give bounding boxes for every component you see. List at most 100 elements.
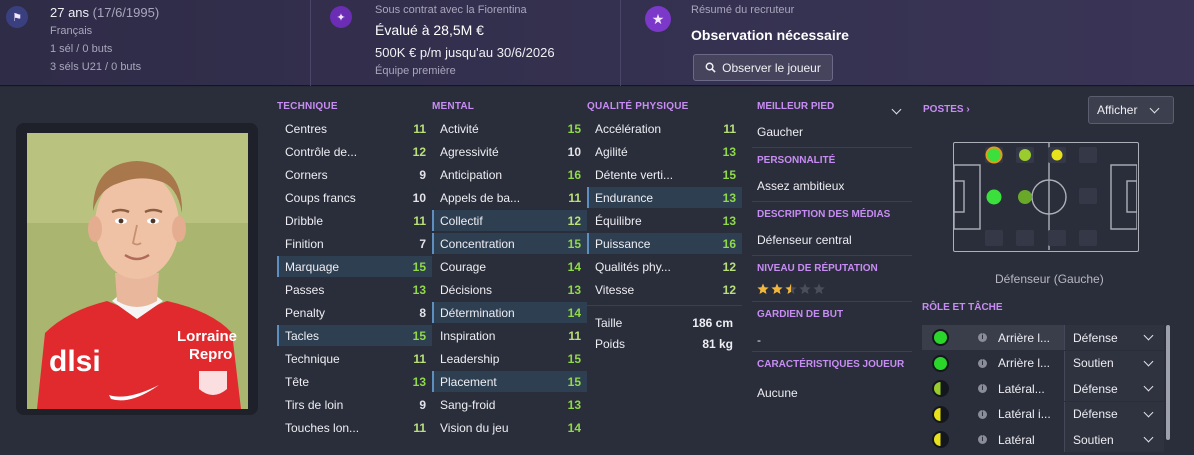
info-icon[interactable]: i <box>978 384 987 393</box>
roles-scrollbar[interactable] <box>1166 325 1170 440</box>
mental-attr-value: 13 <box>567 282 581 297</box>
technique-attr-row[interactable]: Touches lon... 11 <box>277 417 432 438</box>
physical-attr-name: Détente verti... <box>595 167 674 182</box>
mental-attr-row[interactable]: Collectif 12 <box>432 210 587 231</box>
mental-attr-row[interactable]: Décisions 13 <box>432 279 587 300</box>
nationality: Français <box>50 25 93 37</box>
height-row: Taille 186 cm <box>587 312 742 333</box>
mental-attr-name: Agressivité <box>440 144 499 159</box>
mental-attr-value: 13 <box>567 397 581 412</box>
duty-dropdown[interactable]: Soutien <box>1064 350 1164 376</box>
technique-attr-row[interactable]: Tête 13 <box>277 371 432 392</box>
role-duty-title: RÔLE ET TÂCHE <box>922 302 1003 313</box>
physical-attr-row[interactable]: Détente verti... 15 <box>587 164 742 185</box>
mental-attr-name: Sang-froid <box>440 397 496 412</box>
physical-attr-value: 13 <box>722 190 736 205</box>
star-icon <box>785 283 797 294</box>
scout-status: Observation nécessaire <box>691 27 849 43</box>
technique-attr-value: 11 <box>413 420 426 435</box>
role-row[interactable]: i Latéral i... Défense <box>922 401 1164 427</box>
duty-label: Défense <box>1073 381 1118 396</box>
physical-attr-row[interactable]: Agilité 13 <box>587 141 742 162</box>
info-icon[interactable]: i <box>978 435 987 444</box>
physical-attr-name: Vitesse <box>595 282 635 297</box>
technique-attr-row[interactable]: Coups francs 10 <box>277 187 432 208</box>
height-label: Taille <box>595 315 623 330</box>
technique-attr-row[interactable]: Corners 9 <box>277 164 432 185</box>
mental-attr-name: Décisions <box>440 282 493 297</box>
technique-attr-name: Technique <box>285 351 340 366</box>
mental-attr-row[interactable]: Placement 15 <box>432 371 587 392</box>
observe-player-button[interactable]: Observer le joueur <box>693 54 833 81</box>
physical-attr-row[interactable]: Équilibre 13 <box>587 210 742 231</box>
technique-attr-name: Passes <box>285 282 325 297</box>
info-icon[interactable]: i <box>978 358 987 368</box>
half-green-circle-icon <box>932 380 949 397</box>
mental-attr-value: 16 <box>567 167 581 182</box>
technique-attr-name: Penalty <box>285 305 326 320</box>
mental-attr-name: Concentration <box>440 236 515 251</box>
role-row[interactable]: i Latéral Soutien <box>922 427 1164 452</box>
mental-attr-name: Placement <box>440 374 497 389</box>
physical-attr-row[interactable]: Qualités phy... 12 <box>587 256 742 277</box>
duty-dropdown[interactable]: Défense <box>1064 401 1164 427</box>
technique-attr-row[interactable]: Dribble 11 <box>277 210 432 231</box>
technique-attr-row[interactable]: Contrôle de... 12 <box>277 141 432 162</box>
mental-attr-row[interactable]: Appels de ba... 11 <box>432 187 587 208</box>
physical-attr-row[interactable]: Vitesse 12 <box>587 279 742 300</box>
chevron-down-icon <box>1150 103 1160 113</box>
mental-attr-row[interactable]: Activité 15 <box>432 118 587 139</box>
info-icon[interactable]: i <box>978 333 987 342</box>
technique-attr-row[interactable]: Marquage 15 <box>277 256 432 277</box>
technique-attr-name: Marquage <box>285 259 340 274</box>
technique-attr-name: Tirs de loin <box>285 397 344 412</box>
mental-attr-value: 11 <box>568 328 581 343</box>
duty-dropdown[interactable]: Défense <box>1064 325 1164 350</box>
role-row[interactable]: i Arrière l... Défense <box>922 325 1164 350</box>
technique-attr-name: Corners <box>285 167 328 182</box>
mental-attr-row[interactable]: Courage 14 <box>432 256 587 277</box>
physical-attr-name: Agilité <box>595 144 628 159</box>
mental-attr-row[interactable]: Inspiration 11 <box>432 325 587 346</box>
duty-label: Soutien <box>1073 432 1114 447</box>
scout-summary-label: Résumé du recruteur <box>691 4 795 16</box>
technique-attr-value: 9 <box>419 397 426 412</box>
mental-attr-row[interactable]: Leadership 15 <box>432 348 587 369</box>
role-row[interactable]: i Latéral... Défense <box>922 376 1164 401</box>
physical-title: QUALITÉ PHYSIQUE <box>587 101 689 112</box>
technique-attr-row[interactable]: Tirs de loin 9 <box>277 394 432 415</box>
mental-attr-row[interactable]: Sang-froid 13 <box>432 394 587 415</box>
mental-attr-value: 12 <box>567 213 581 228</box>
duty-dropdown[interactable]: Défense <box>1064 376 1164 401</box>
physical-attr-row[interactable]: Puissance 16 <box>587 233 742 254</box>
show-dropdown-button[interactable]: Afficher <box>1088 96 1174 124</box>
role-name: Latéral <box>998 432 1035 447</box>
mental-attr-row[interactable]: Anticipation 16 <box>432 164 587 185</box>
info-icon[interactable]: i <box>978 409 987 419</box>
technique-attr-row[interactable]: Passes 13 <box>277 279 432 300</box>
physical-attr-row[interactable]: Accélération 11 <box>587 118 742 139</box>
best-foot-value: Gaucher <box>757 125 804 139</box>
technique-attr-row[interactable]: Finition 7 <box>277 233 432 254</box>
technique-attr-row[interactable]: Centres 11 <box>277 118 432 139</box>
positions-title[interactable]: POSTES › <box>923 104 970 115</box>
mental-attr-row[interactable]: Agressivité 10 <box>432 141 587 162</box>
technique-attr-row[interactable]: Penalty 8 <box>277 302 432 323</box>
physical-attr-value: 11 <box>723 121 736 136</box>
nation-flag-icon: ⚑ <box>6 6 28 28</box>
mental-attr-row[interactable]: Concentration 15 <box>432 233 587 254</box>
technique-attr-value: 12 <box>412 144 426 159</box>
half-yellow-circle-icon <box>932 405 949 423</box>
role-name: Latéral i... <box>998 407 1051 421</box>
physical-attr-name: Endurance <box>595 190 654 205</box>
physical-attr-row[interactable]: Endurance 13 <box>587 187 742 208</box>
duty-dropdown[interactable]: Soutien <box>1064 427 1164 452</box>
duty-label: Défense <box>1073 407 1118 421</box>
svg-text:Lorraine: Lorraine <box>177 328 237 345</box>
technique-attr-row[interactable]: Technique 11 <box>277 348 432 369</box>
mental-attr-row[interactable]: Vision du jeu 14 <box>432 417 587 438</box>
mental-attr-name: Appels de ba... <box>440 190 521 205</box>
mental-attr-row[interactable]: Détermination 14 <box>432 302 587 323</box>
role-row[interactable]: i Arrière l... Soutien <box>922 350 1164 376</box>
technique-attr-row[interactable]: Tacles 15 <box>277 325 432 346</box>
